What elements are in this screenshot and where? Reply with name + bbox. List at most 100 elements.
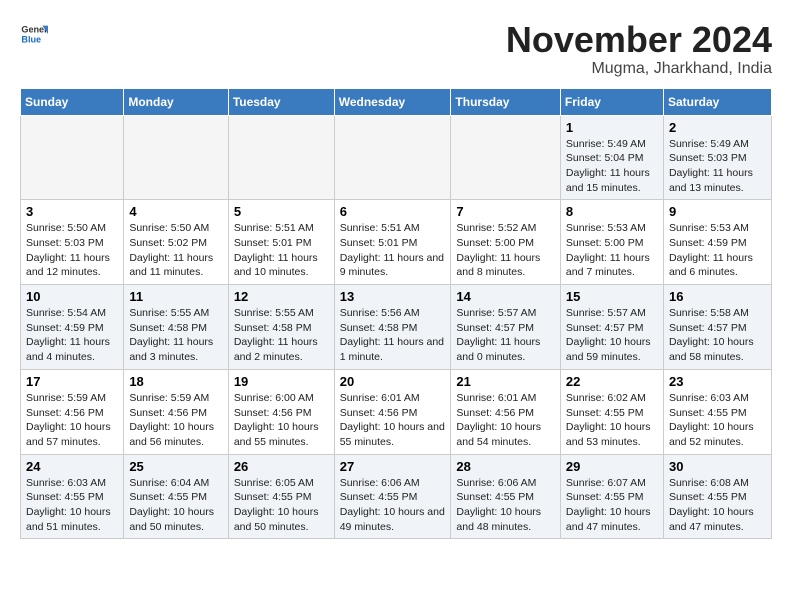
- calendar-cell: 21 Sunrise: 6:01 AM Sunset: 4:56 PM Dayli…: [451, 369, 561, 454]
- day-info: Sunrise: 6:03 AM Sunset: 4:55 PM Dayligh…: [26, 476, 118, 535]
- day-info: Sunrise: 6:00 AM Sunset: 4:56 PM Dayligh…: [234, 391, 329, 450]
- calendar-cell: 2Sunrise: 5:49 AM Sunset: 5:03 PM Daylig…: [663, 115, 771, 200]
- calendar-cell: 25 Sunrise: 6:04 AM Sunset: 4:55 PM Dayli…: [124, 454, 228, 539]
- logo-icon: General Blue: [20, 20, 48, 48]
- calendar-table: SundayMondayTuesdayWednesdayThursdayFrid…: [20, 88, 772, 540]
- calendar-cell: 10 Sunrise: 5:54 AM Sunset: 4:59 PM Dayli…: [21, 285, 124, 370]
- day-number: 1: [566, 120, 658, 135]
- day-info: Sunrise: 5:59 AM Sunset: 4:56 PM Dayligh…: [129, 391, 222, 450]
- day-info: Sunrise: 5:53 AM Sunset: 4:59 PM Dayligh…: [669, 221, 766, 280]
- day-info: Sunrise: 5:53 AM Sunset: 5:00 PM Dayligh…: [566, 221, 658, 280]
- day-number: 12: [234, 289, 329, 304]
- weekday-header: Friday: [560, 88, 663, 115]
- day-number: 24: [26, 459, 118, 474]
- calendar-cell: [21, 115, 124, 200]
- weekday-header: Saturday: [663, 88, 771, 115]
- day-number: 18: [129, 374, 222, 389]
- calendar-cell: 30 Sunrise: 6:08 AM Sunset: 4:55 PM Dayli…: [663, 454, 771, 539]
- calendar-cell: 22 Sunrise: 6:02 AM Sunset: 4:55 PM Dayli…: [560, 369, 663, 454]
- day-info: Sunrise: 5:49 AM Sunset: 5:04 PM Dayligh…: [566, 137, 658, 196]
- day-number: 2: [669, 120, 766, 135]
- day-info: Sunrise: 6:01 AM Sunset: 4:56 PM Dayligh…: [456, 391, 555, 450]
- day-number: 20: [340, 374, 446, 389]
- day-number: 29: [566, 459, 658, 474]
- day-number: 17: [26, 374, 118, 389]
- calendar-cell: 3 Sunrise: 5:50 AM Sunset: 5:03 PM Daylig…: [21, 200, 124, 285]
- day-info: Sunrise: 5:59 AM Sunset: 4:56 PM Dayligh…: [26, 391, 118, 450]
- calendar-cell: 8 Sunrise: 5:53 AM Sunset: 5:00 PM Daylig…: [560, 200, 663, 285]
- day-info: Sunrise: 6:03 AM Sunset: 4:55 PM Dayligh…: [669, 391, 766, 450]
- day-info: Sunrise: 6:02 AM Sunset: 4:55 PM Dayligh…: [566, 391, 658, 450]
- calendar-cell: 23 Sunrise: 6:03 AM Sunset: 4:55 PM Dayli…: [663, 369, 771, 454]
- calendar-cell: 7Sunrise: 5:52 AM Sunset: 5:00 PM Daylig…: [451, 200, 561, 285]
- day-info: Sunrise: 6:08 AM Sunset: 4:55 PM Dayligh…: [669, 476, 766, 535]
- calendar-cell: 11 Sunrise: 5:55 AM Sunset: 4:58 PM Dayli…: [124, 285, 228, 370]
- calendar-cell: [334, 115, 451, 200]
- month-title: November 2024: [506, 20, 772, 60]
- day-number: 3: [26, 204, 118, 219]
- day-info: Sunrise: 5:57 AM Sunset: 4:57 PM Dayligh…: [456, 306, 555, 365]
- day-info: Sunrise: 6:01 AM Sunset: 4:56 PM Dayligh…: [340, 391, 446, 450]
- day-info: Sunrise: 5:55 AM Sunset: 4:58 PM Dayligh…: [234, 306, 329, 365]
- day-number: 25: [129, 459, 222, 474]
- day-number: 14: [456, 289, 555, 304]
- calendar-cell: 13 Sunrise: 5:56 AM Sunset: 4:58 PM Dayli…: [334, 285, 451, 370]
- day-number: 21: [456, 374, 555, 389]
- header: General Blue November 2024 Mugma, Jharkh…: [20, 20, 772, 78]
- day-info: Sunrise: 5:54 AM Sunset: 4:59 PM Dayligh…: [26, 306, 118, 365]
- weekday-header: Monday: [124, 88, 228, 115]
- calendar-cell: 19 Sunrise: 6:00 AM Sunset: 4:56 PM Dayli…: [228, 369, 334, 454]
- calendar-cell: [228, 115, 334, 200]
- day-number: 13: [340, 289, 446, 304]
- day-info: Sunrise: 5:50 AM Sunset: 5:03 PM Dayligh…: [26, 221, 118, 280]
- day-info: Sunrise: 5:51 AM Sunset: 5:01 PM Dayligh…: [340, 221, 446, 280]
- day-number: 7: [456, 204, 555, 219]
- day-number: 30: [669, 459, 766, 474]
- calendar-cell: 6 Sunrise: 5:51 AM Sunset: 5:01 PM Daylig…: [334, 200, 451, 285]
- day-info: Sunrise: 5:51 AM Sunset: 5:01 PM Dayligh…: [234, 221, 329, 280]
- day-info: Sunrise: 5:58 AM Sunset: 4:57 PM Dayligh…: [669, 306, 766, 365]
- day-number: 8: [566, 204, 658, 219]
- day-info: Sunrise: 5:50 AM Sunset: 5:02 PM Dayligh…: [129, 221, 222, 280]
- day-number: 28: [456, 459, 555, 474]
- day-number: 10: [26, 289, 118, 304]
- day-info: Sunrise: 5:55 AM Sunset: 4:58 PM Dayligh…: [129, 306, 222, 365]
- calendar-cell: 5Sunrise: 5:51 AM Sunset: 5:01 PM Daylig…: [228, 200, 334, 285]
- day-number: 27: [340, 459, 446, 474]
- calendar-cell: 12 Sunrise: 5:55 AM Sunset: 4:58 PM Dayli…: [228, 285, 334, 370]
- day-number: 16: [669, 289, 766, 304]
- calendar-cell: [451, 115, 561, 200]
- calendar-cell: 16 Sunrise: 5:58 AM Sunset: 4:57 PM Dayli…: [663, 285, 771, 370]
- calendar-cell: 9 Sunrise: 5:53 AM Sunset: 4:59 PM Daylig…: [663, 200, 771, 285]
- calendar-cell: 14 Sunrise: 5:57 AM Sunset: 4:57 PM Dayli…: [451, 285, 561, 370]
- calendar-cell: 17 Sunrise: 5:59 AM Sunset: 4:56 PM Dayli…: [21, 369, 124, 454]
- day-info: Sunrise: 5:57 AM Sunset: 4:57 PM Dayligh…: [566, 306, 658, 365]
- calendar-week-row: 24 Sunrise: 6:03 AM Sunset: 4:55 PM Dayli…: [21, 454, 772, 539]
- day-number: 9: [669, 204, 766, 219]
- logo: General Blue: [20, 20, 48, 48]
- calendar-cell: 20 Sunrise: 6:01 AM Sunset: 4:56 PM Dayli…: [334, 369, 451, 454]
- day-info: Sunrise: 6:07 AM Sunset: 4:55 PM Dayligh…: [566, 476, 658, 535]
- day-number: 23: [669, 374, 766, 389]
- day-number: 11: [129, 289, 222, 304]
- calendar-week-row: 1 Sunrise: 5:49 AM Sunset: 5:04 PM Daylig…: [21, 115, 772, 200]
- calendar-cell: 4Sunrise: 5:50 AM Sunset: 5:02 PM Daylig…: [124, 200, 228, 285]
- calendar-week-row: 17 Sunrise: 5:59 AM Sunset: 4:56 PM Dayli…: [21, 369, 772, 454]
- day-info: Sunrise: 6:06 AM Sunset: 4:55 PM Dayligh…: [340, 476, 446, 535]
- day-info: Sunrise: 6:05 AM Sunset: 4:55 PM Dayligh…: [234, 476, 329, 535]
- calendar-week-row: 3 Sunrise: 5:50 AM Sunset: 5:03 PM Daylig…: [21, 200, 772, 285]
- day-info: Sunrise: 6:04 AM Sunset: 4:55 PM Dayligh…: [129, 476, 222, 535]
- weekday-header: Tuesday: [228, 88, 334, 115]
- day-number: 6: [340, 204, 446, 219]
- calendar-cell: 24 Sunrise: 6:03 AM Sunset: 4:55 PM Dayli…: [21, 454, 124, 539]
- calendar-cell: 1 Sunrise: 5:49 AM Sunset: 5:04 PM Daylig…: [560, 115, 663, 200]
- day-number: 19: [234, 374, 329, 389]
- calendar-cell: 15Sunrise: 5:57 AM Sunset: 4:57 PM Dayli…: [560, 285, 663, 370]
- calendar-week-row: 10 Sunrise: 5:54 AM Sunset: 4:59 PM Dayli…: [21, 285, 772, 370]
- day-info: Sunrise: 5:56 AM Sunset: 4:58 PM Dayligh…: [340, 306, 446, 365]
- day-number: 22: [566, 374, 658, 389]
- calendar-cell: 27 Sunrise: 6:06 AM Sunset: 4:55 PM Dayli…: [334, 454, 451, 539]
- weekday-header: Thursday: [451, 88, 561, 115]
- location: Mugma, Jharkhand, India: [506, 60, 772, 78]
- title-area: November 2024 Mugma, Jharkhand, India: [506, 20, 772, 78]
